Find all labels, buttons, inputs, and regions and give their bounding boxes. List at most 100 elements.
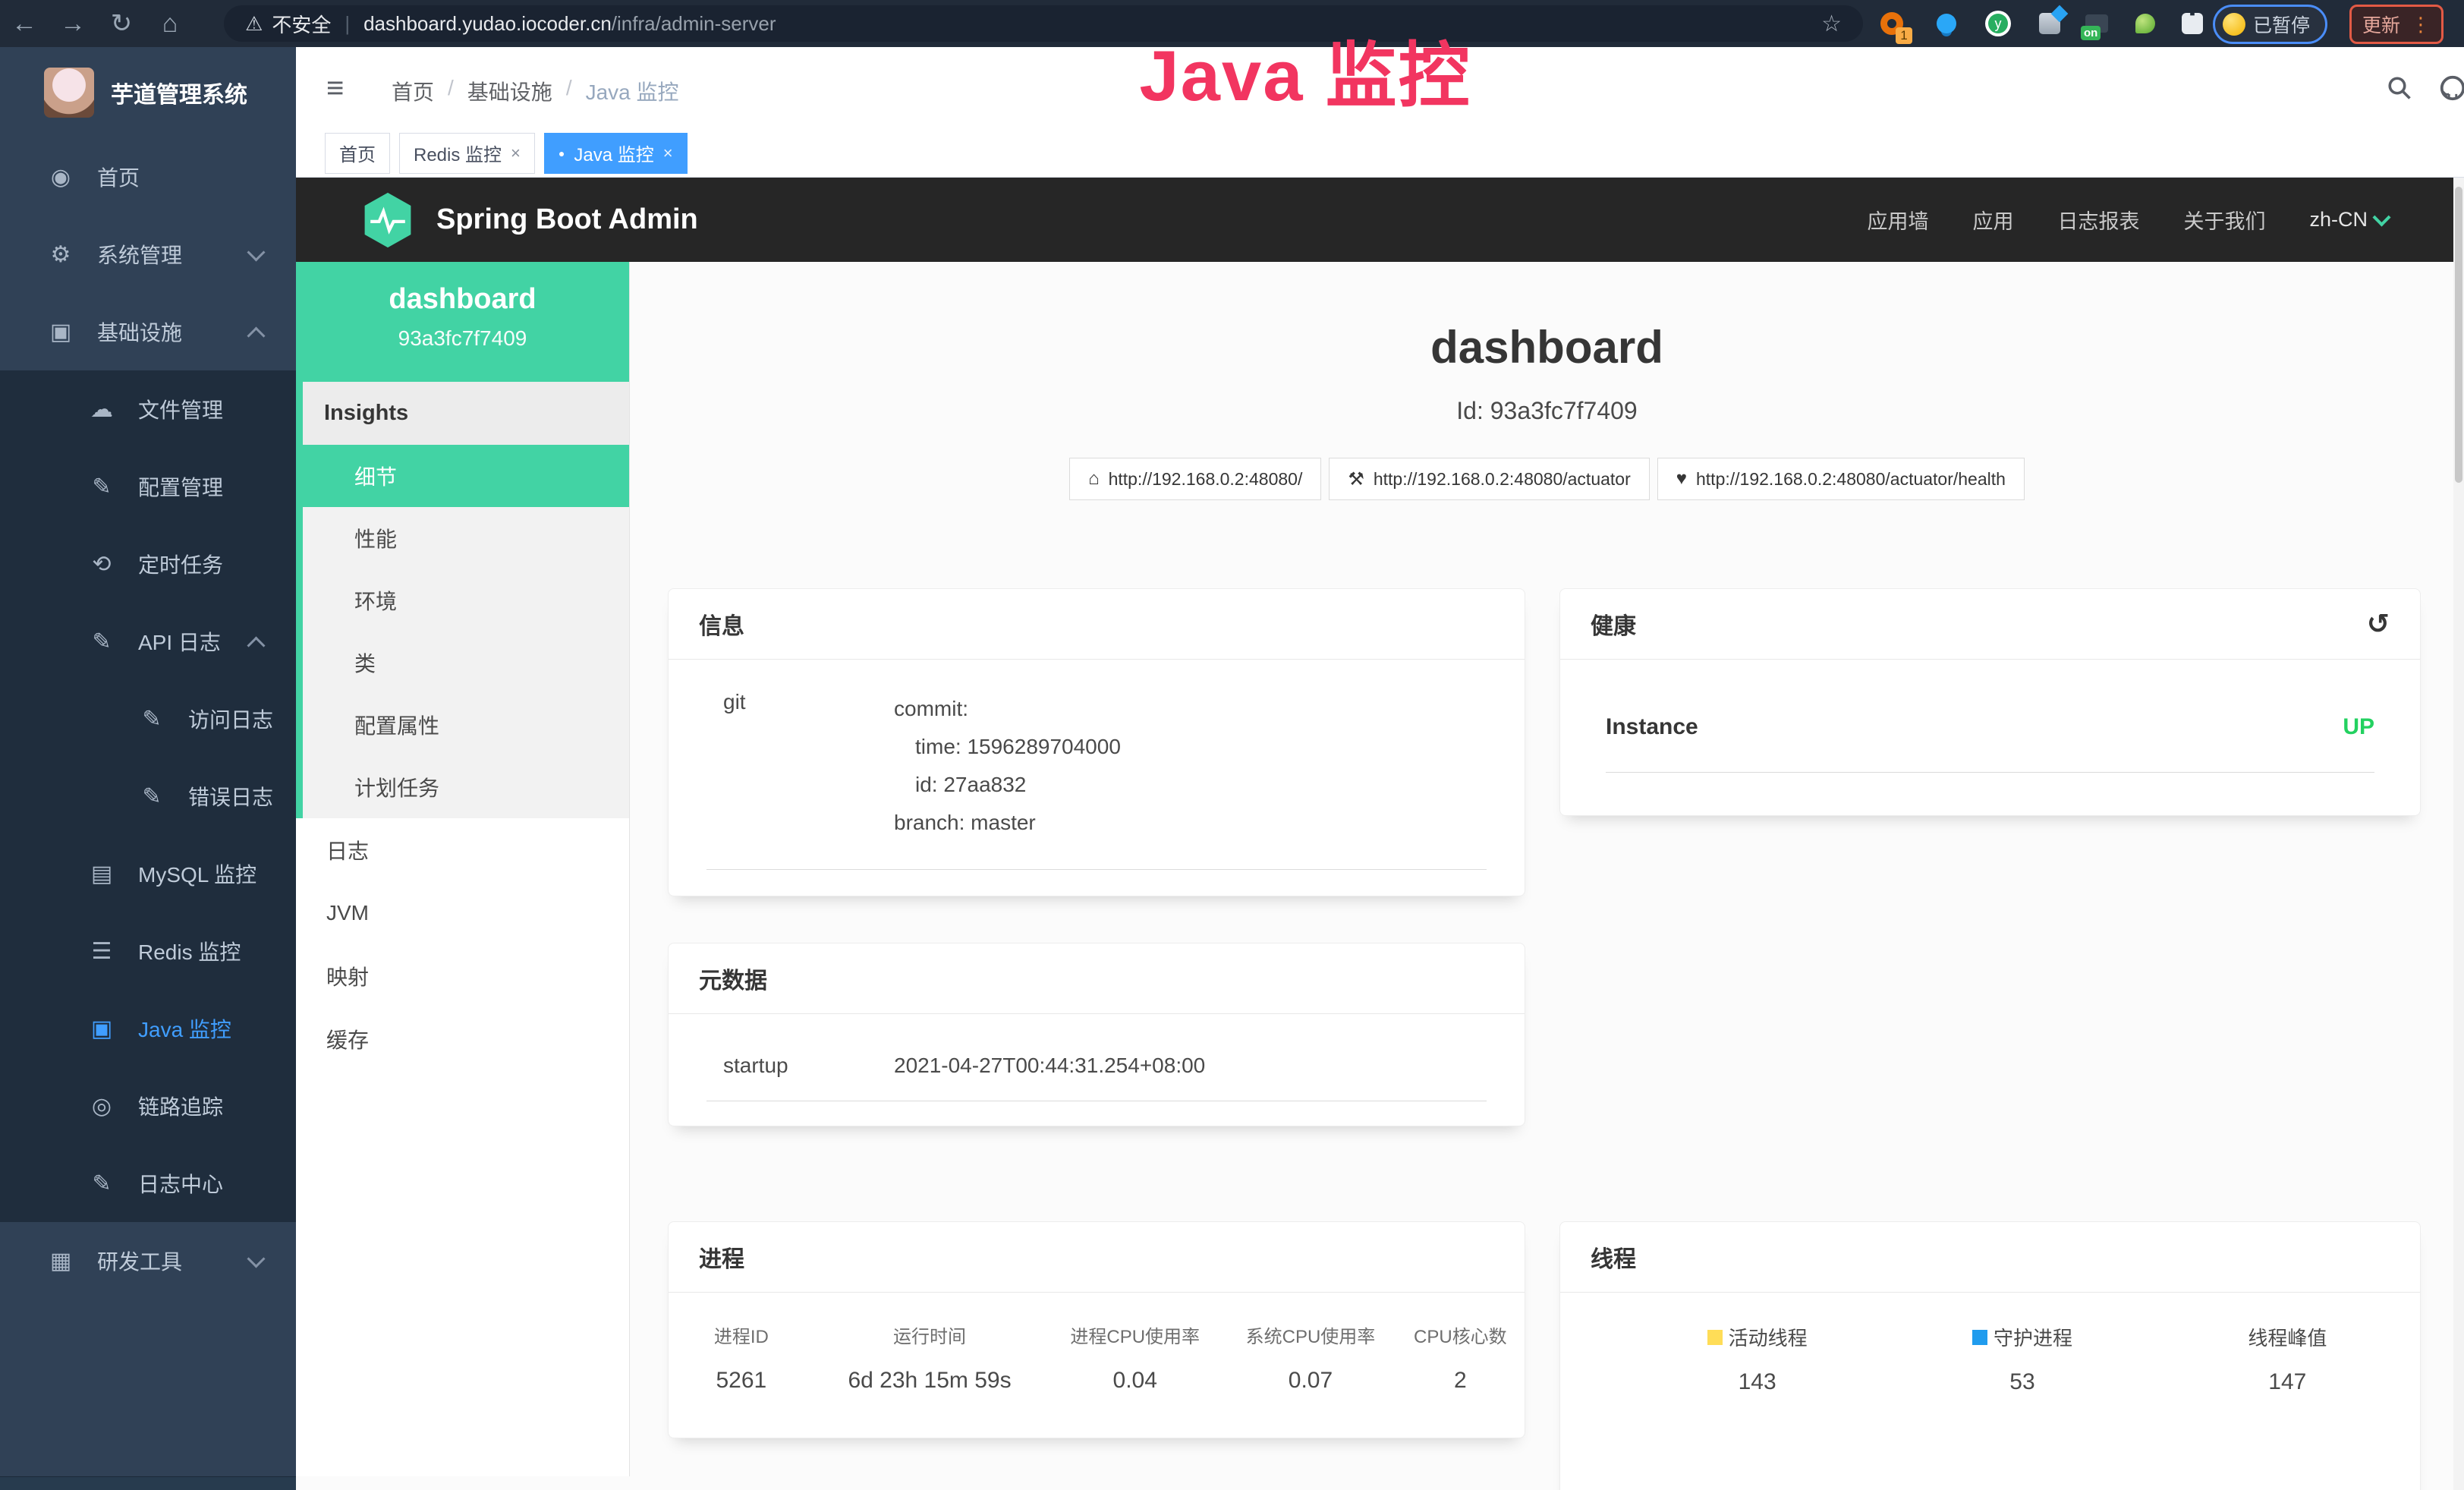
log-icon: ✎ (85, 1170, 118, 1197)
sba-menu-caches[interactable]: 缓存 (296, 1007, 629, 1070)
bookmark-star-icon[interactable]: ☆ (1821, 11, 1842, 37)
browser-menu-icon[interactable]: ⋮ (2411, 13, 2431, 36)
sidebar-item-mysql-monitor[interactable]: ▤ MySQL 监控 (0, 835, 296, 912)
browser-update-button[interactable]: 更新 ⋮ (2349, 5, 2444, 44)
health-url-button[interactable]: ♥ http://192.168.0.2:48080/actuator/heal… (1657, 458, 2025, 500)
sidebar-item-redis-monitor[interactable]: ☰ Redis 监控 (0, 912, 296, 990)
sidebar-item-log-center[interactable]: ✎ 日志中心 (0, 1145, 296, 1222)
sba-menu-details[interactable]: 细节 (303, 445, 629, 507)
sba-instance-header[interactable]: dashboard 93a3fc7f7409 (296, 262, 629, 382)
tab-redis-monitor[interactable]: Redis 监控 × (399, 133, 535, 174)
extension-y-icon[interactable]: y (1982, 8, 2014, 39)
close-icon[interactable]: × (663, 143, 673, 163)
active-dot-icon: ● (559, 147, 565, 159)
scrollbar-thumb[interactable] (2455, 187, 2462, 483)
sidebar-item-file-management[interactable]: ☁ 文件管理 (0, 370, 296, 448)
search-icon[interactable] (2381, 70, 2418, 106)
extension-colorzilla-icon[interactable]: 1 (1876, 8, 1908, 39)
sidebar-item-system-management[interactable]: ⚙ 系统管理 (0, 216, 296, 293)
sidebar-item-config-management[interactable]: ✎ 配置管理 (0, 448, 296, 525)
sba-instance-id: 93a3fc7f7409 (296, 326, 629, 351)
process-header-uptime: 运行时间 (814, 1321, 1046, 1348)
forward-icon[interactable]: → (49, 9, 97, 39)
sba-menu-metrics[interactable]: 性能 (303, 507, 629, 569)
log-icon: ✎ (85, 628, 118, 655)
service-url-button[interactable]: ⌂ http://192.168.0.2:48080/ (1069, 458, 1321, 500)
sba-locale-select[interactable]: zh-CN (2309, 208, 2388, 232)
back-icon[interactable]: ← (0, 9, 49, 39)
legend-live-threads: 活动线程 (1729, 1323, 1808, 1351)
process-table: 进程ID 5261 运行时间 6d 23h 15m 59s 进程CPU使用率 0… (669, 1321, 1525, 1394)
log-icon: ✎ (135, 783, 168, 810)
sba-brand-title[interactable]: Spring Boot Admin (436, 203, 698, 236)
sba-nav-applications[interactable]: 应用 (1972, 205, 2013, 235)
sidebar-item-java-monitor[interactable]: ▣ Java 监控 (0, 990, 296, 1067)
live-threads-swatch (1707, 1330, 1723, 1345)
home-icon[interactable]: ⌂ (146, 9, 194, 39)
health-key: Instance (1606, 714, 1698, 740)
process-card-title: 进程 (669, 1222, 1525, 1293)
sidebar-item-access-logs[interactable]: ✎ 访问日志 (0, 680, 296, 758)
extension-pin-icon[interactable] (1931, 8, 1962, 39)
status-badge: UP (2343, 714, 2374, 740)
actuator-url-button[interactable]: ⚒ http://192.168.0.2:48080/actuator (1329, 458, 1649, 500)
metadata-value: 2021-04-27T00:44:31.254+08:00 (894, 1054, 1205, 1078)
not-secure-warning-icon[interactable]: ⚠ (245, 12, 263, 36)
sba-menu-mappings[interactable]: 映射 (296, 944, 629, 1007)
sba-menu-environment[interactable]: 环境 (303, 569, 629, 632)
breadcrumb: 首页 / 基础设施 / Java 监控 (392, 76, 679, 106)
sba-menu-logs[interactable]: 日志 (296, 818, 629, 881)
sba-nav-about[interactable]: 关于我们 (2183, 205, 2265, 235)
process-value-uptime: 6d 23h 15m 59s (814, 1368, 1046, 1394)
sidebar-item-tracing[interactable]: ◎ 链路追踪 (0, 1067, 296, 1145)
extension-grid-icon[interactable] (2034, 8, 2066, 39)
scrollbar[interactable] (2453, 178, 2464, 1490)
process-value-system-cpu: 0.07 (1225, 1368, 1396, 1394)
extension-sprout-icon[interactable] (2129, 8, 2161, 39)
sidebar-item-home[interactable]: ◉ 首页 (0, 138, 296, 216)
monitor-icon: ▣ (85, 1016, 118, 1042)
sidebar-toggle-icon[interactable]: ≡ (326, 73, 344, 103)
address-bar[interactable]: ⚠ 不安全 | dashboard.yudao.iocoder.cn/infra… (224, 5, 1863, 42)
paused-label: 已暂停 (2253, 11, 2310, 38)
sba-menu-jvm[interactable]: JVM (296, 881, 629, 944)
sidebar-item-infrastructure[interactable]: ▣ 基础设施 (0, 293, 296, 370)
sba-menu-scheduled-tasks[interactable]: 计划任务 (303, 756, 629, 818)
extension-onetab-icon[interactable]: on (2081, 8, 2113, 39)
health-card-title: 健康 (1591, 607, 1636, 641)
info-card: 信息 git commit: time: 1596289704000 id: 2… (668, 588, 1525, 896)
breadcrumb-infrastructure[interactable]: 基础设施 (467, 76, 552, 106)
sidebar-collapse-bar[interactable] (0, 1476, 296, 1490)
sba-nav-journal[interactable]: 日志报表 (2057, 205, 2139, 235)
health-instance-row[interactable]: Instance UP (1606, 714, 2374, 773)
breadcrumb-home[interactable]: 首页 (392, 76, 434, 106)
wrench-icon: ⚒ (1348, 468, 1364, 490)
app-title: 芋道管理系统 (111, 76, 247, 109)
sidebar-item-dev-tools[interactable]: ▦ 研发工具 (0, 1222, 296, 1299)
infra-icon: ▣ (44, 319, 77, 345)
sba-menu-classes[interactable]: 类 (303, 632, 629, 694)
tab-home[interactable]: 首页 (325, 133, 390, 174)
not-secure-label: 不安全 (272, 10, 331, 38)
chevron-down-icon (2372, 208, 2390, 226)
profile-paused-pill[interactable]: 已暂停 (2213, 5, 2327, 44)
sba-nav-wallboard[interactable]: 应用墙 (1867, 205, 1928, 235)
instance-links: ⌂ http://192.168.0.2:48080/ ⚒ http://192… (630, 458, 2464, 500)
sidebar-item-scheduled-tasks[interactable]: ⟲ 定时任务 (0, 525, 296, 603)
info-card-title: 信息 (669, 589, 1525, 660)
threads-card: 线程 活动线程 143 守护进程 53 线程峰值 147 140 120 (1559, 1221, 2421, 1490)
database-icon: ▤ (85, 861, 118, 887)
close-icon[interactable]: × (511, 143, 521, 163)
github-icon[interactable] (2434, 70, 2464, 106)
heartbeat-icon: ♥ (1676, 468, 1687, 490)
app-logo-row[interactable]: 芋道管理系统 (0, 47, 296, 138)
extensions-puzzle-icon[interactable] (2176, 8, 2208, 39)
spring-boot-admin-logo-icon (360, 191, 415, 249)
sidebar-item-api-logs[interactable]: ✎ API 日志 (0, 603, 296, 680)
reload-icon[interactable]: ↻ (97, 8, 146, 39)
sba-menu-config-props[interactable]: 配置属性 (303, 694, 629, 756)
history-icon[interactable]: ↺ (2367, 608, 2390, 640)
tab-java-monitor[interactable]: ● Java 监控 × (544, 133, 688, 174)
home-icon: ⌂ (1088, 468, 1100, 490)
sidebar-item-error-logs[interactable]: ✎ 错误日志 (0, 758, 296, 835)
